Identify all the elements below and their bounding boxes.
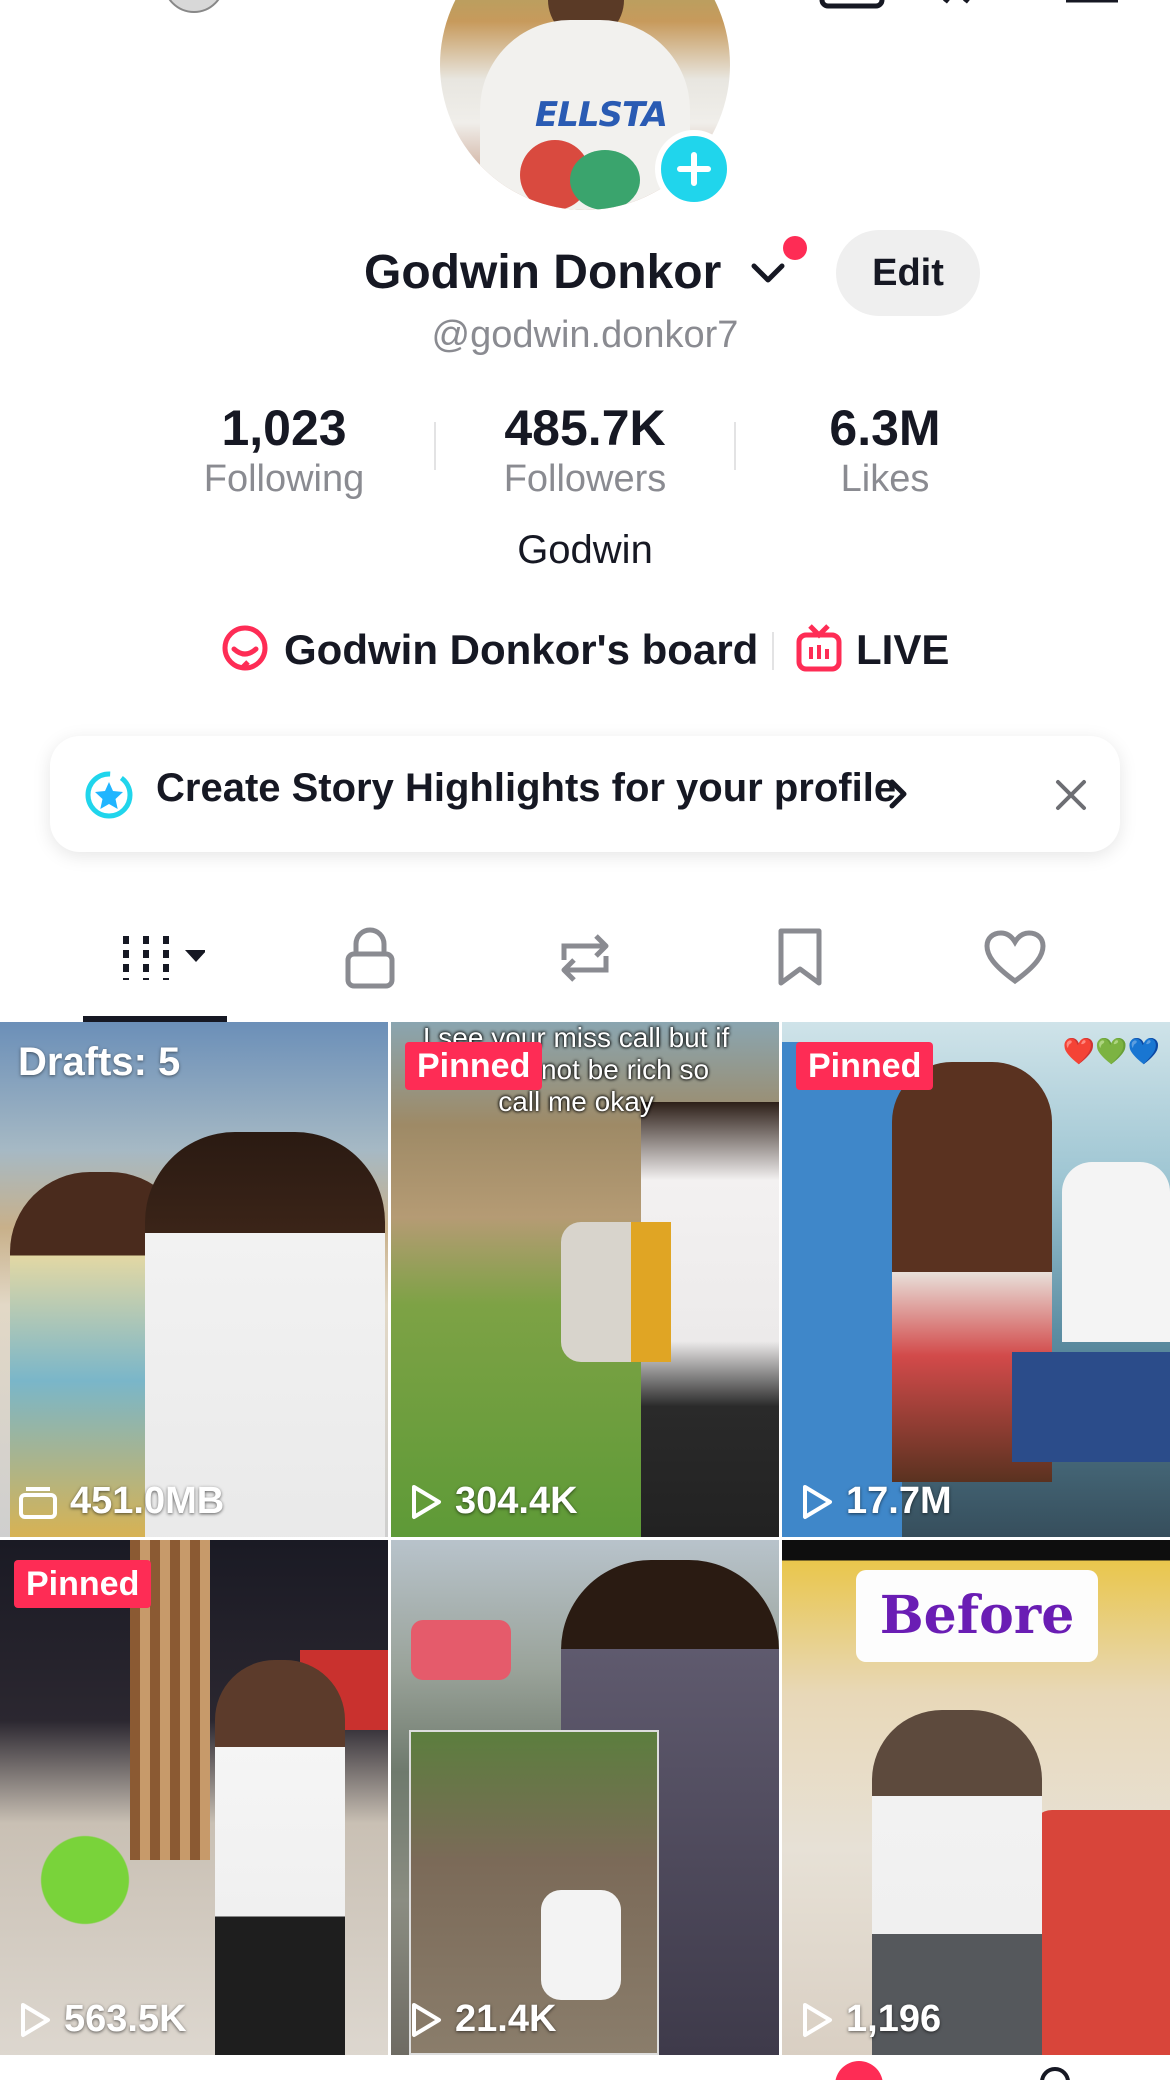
tab-private[interactable]	[310, 925, 430, 995]
stat-value: 6.3M	[829, 400, 941, 456]
board-link[interactable]: Godwin Donkor's board	[220, 620, 758, 680]
video-stat: 1,196	[800, 1998, 941, 2041]
play-icon	[412, 1484, 441, 1519]
play-icon	[803, 1484, 832, 1519]
video-stat: 563.5K	[18, 1998, 187, 2041]
play-icon	[21, 2002, 50, 2037]
stat-followers[interactable]: 485.7K Followers	[435, 400, 735, 502]
tab-videos[interactable]	[95, 925, 215, 995]
profile-avatar[interactable]: ELLSTA	[440, 0, 733, 210]
drafts-icon	[19, 1486, 57, 1519]
link-divider	[772, 632, 774, 670]
video-stat: 304.4K	[409, 1480, 578, 1523]
live-link[interactable]: LIVE	[796, 620, 949, 680]
video-tile-drafts[interactable]: Drafts: 5 451.0MB	[0, 1022, 388, 1537]
notification-dot	[783, 236, 807, 260]
edit-profile-button[interactable]: Edit	[836, 230, 980, 316]
avatar-small-icon[interactable]	[162, 0, 226, 19]
video-stat-value: 21.4K	[455, 1998, 557, 2040]
stat-value: 1,023	[221, 400, 347, 456]
pinned-badge: Pinned	[405, 1042, 543, 1090]
board-label: Godwin Donkor's board	[284, 626, 759, 673]
video-caption: ❤️💚💙	[1062, 1036, 1160, 1066]
pinned-badge: Pinned	[14, 1560, 152, 1608]
play-icon	[412, 2002, 441, 2037]
add-story-plus-icon[interactable]	[655, 130, 733, 208]
pinned-badge: Pinned	[796, 1042, 934, 1090]
repost-icon	[552, 928, 618, 993]
stat-following[interactable]: 1,023 Following	[134, 400, 434, 502]
star-badge-icon	[84, 770, 134, 825]
menu-icon[interactable]	[1062, 0, 1122, 13]
stat-likes[interactable]: 6.3M Likes	[735, 400, 1035, 502]
stat-label: Following	[203, 458, 365, 500]
stat-value: 485.7K	[504, 400, 666, 456]
tab-saved[interactable]	[740, 925, 860, 995]
video-stat-value: 563.5K	[64, 1998, 187, 2040]
video-tile[interactable]: ❤️💚💙 Pinned 17.7M	[782, 1022, 1170, 1537]
profile-bio: Godwin	[517, 528, 653, 572]
bookmark-icon	[775, 927, 825, 994]
close-icon[interactable]	[1054, 778, 1088, 817]
live-label: LIVE	[856, 626, 950, 673]
grid-icon	[105, 928, 207, 993]
story-highlights-text: Create Story Highlights for your profile	[156, 766, 897, 810]
board-icon	[220, 623, 270, 678]
live-tv-icon	[796, 623, 842, 678]
chevron-down-icon[interactable]	[750, 260, 786, 291]
video-stat: 17.7M	[800, 1480, 952, 1523]
profile-nav-icon[interactable]	[1040, 2067, 1070, 2080]
tv-icon[interactable]	[818, 0, 888, 17]
video-tile[interactable]: I see your miss call but if you cannot b…	[391, 1022, 779, 1537]
create-button-icon[interactable]	[835, 2061, 883, 2080]
username-handle: @godwin.donkor7	[431, 314, 739, 356]
tab-reposts[interactable]	[525, 925, 645, 995]
heart-icon	[983, 929, 1047, 992]
stat-label: Followers	[503, 458, 667, 500]
display-name[interactable]: Godwin Donkor	[364, 240, 721, 306]
video-stat: 451.0MB	[18, 1480, 224, 1523]
video-stat-value: 304.4K	[455, 1480, 578, 1522]
profile-name-row: Godwin Donkor	[0, 240, 1170, 310]
video-tile[interactable]: 21.4K	[391, 1540, 779, 2055]
bottom-nav	[0, 2055, 1170, 2080]
tab-liked[interactable]	[955, 925, 1075, 995]
play-icon	[803, 2002, 832, 2037]
video-tile[interactable]: Before 1,196	[782, 1540, 1170, 2055]
footprint-icon[interactable]	[935, 0, 995, 17]
story-highlights-card[interactable]: Create Story Highlights for your profile	[50, 736, 1120, 852]
add-friend-icon[interactable]	[30, 0, 90, 9]
lock-icon	[342, 926, 398, 995]
video-stat-value: 17.7M	[846, 1480, 952, 1522]
chevron-right-icon	[886, 776, 910, 817]
video-overlay-text: Before	[856, 1570, 1098, 1662]
stat-label: Likes	[840, 458, 930, 500]
video-stat-value: 1,196	[846, 1998, 942, 2040]
video-tile[interactable]: Pinned 563.5K	[0, 1540, 388, 2055]
video-stat-value: 451.0MB	[70, 1480, 225, 1522]
drafts-count: Drafts: 5	[18, 1040, 181, 1084]
video-stat: 21.4K	[409, 1998, 556, 2041]
